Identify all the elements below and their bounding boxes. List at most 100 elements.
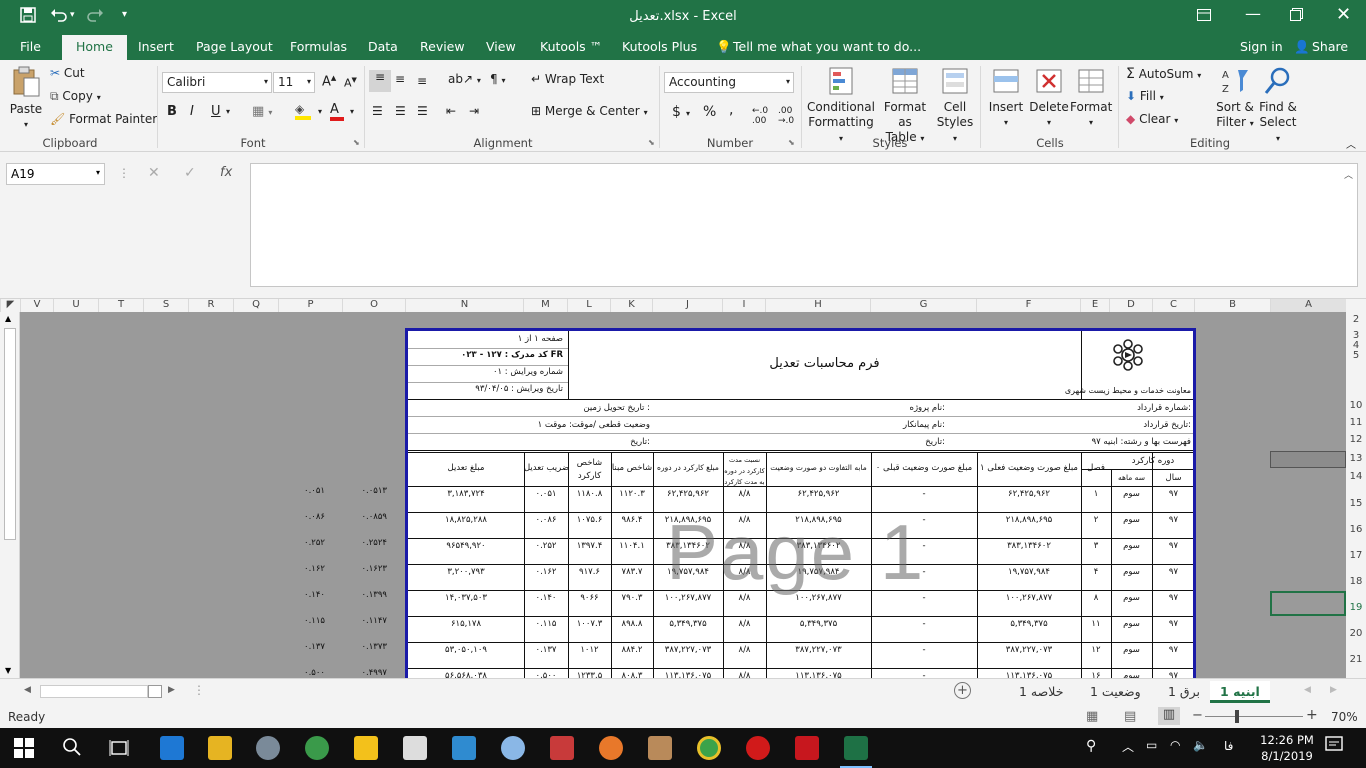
row-header-cell[interactable]: 10 bbox=[1346, 400, 1366, 411]
number-dialog-launcher-icon[interactable]: ⬊ bbox=[788, 138, 795, 147]
worksheet-grid[interactable]: ۰.۰۵۱۳ ۰.۰۵۱ ۰.۰۸۵۹ ۰.۰۸۶ ۰.۲۵۲۴ ۰.۲۵۲ ۰.۱۶۲۳ ۰… bbox=[20, 312, 1346, 678]
column-p-value[interactable]: ۰.۲۵۲ bbox=[278, 538, 325, 548]
column-o-value[interactable]: ۰.۲۵۲۴ bbox=[340, 538, 387, 548]
collapse-formula-icon[interactable]: ︿ bbox=[1344, 168, 1353, 181]
scroll-down-icon[interactable]: ▼ bbox=[5, 666, 11, 675]
column-header-cell[interactable]: F bbox=[976, 299, 1080, 313]
selected-cell-a19[interactable] bbox=[1270, 591, 1346, 616]
row-header-cell[interactable]: 18 bbox=[1346, 576, 1366, 587]
row-header-cell[interactable]: 20 bbox=[1346, 628, 1366, 639]
fill-button[interactable]: ⬇ Fill ▾ bbox=[1126, 89, 1164, 103]
excel-taskbar-icon[interactable] bbox=[844, 736, 868, 760]
opera-icon[interactable] bbox=[746, 736, 770, 760]
share-icon[interactable]: 👤 bbox=[1294, 39, 1310, 55]
player-icon[interactable] bbox=[354, 736, 378, 760]
row-header-cell[interactable]: 19 bbox=[1346, 602, 1366, 613]
page-layout-view-icon[interactable]: ▤ bbox=[1124, 709, 1136, 724]
prev-sheet-icon[interactable]: ◀ bbox=[1304, 685, 1311, 695]
align-bottom-icon[interactable]: ≡ bbox=[417, 74, 427, 88]
column-header-cell[interactable]: U bbox=[53, 299, 98, 313]
comma-button[interactable]: , bbox=[729, 102, 733, 118]
column-header-cell[interactable]: M bbox=[523, 299, 567, 313]
sign-in-link[interactable]: Sign in bbox=[1240, 39, 1283, 54]
increase-font-icon[interactable]: A▲ bbox=[322, 74, 336, 89]
sheet-tab[interactable]: برق 1 bbox=[1158, 681, 1210, 703]
paste-button[interactable]: Paste ▾ bbox=[8, 66, 44, 132]
row-header-cell[interactable]: 13 bbox=[1346, 453, 1366, 464]
increase-indent-icon[interactable]: ⇥ bbox=[469, 104, 479, 118]
format-painter-button[interactable]: 🖌 Format Painter bbox=[50, 112, 157, 126]
column-o-value[interactable]: ۰.۱۱۴۷ bbox=[340, 616, 387, 626]
column-header-cell[interactable]: J bbox=[652, 299, 722, 313]
tell-me-box[interactable]: Tell me what you want to do... bbox=[733, 39, 921, 54]
wifi-icon[interactable]: ◠ bbox=[1170, 738, 1180, 752]
column-header-cell[interactable]: V bbox=[20, 299, 53, 313]
column-header-cell[interactable]: R bbox=[188, 299, 233, 313]
column-p-value[interactable]: ۰.۱۱۵ bbox=[278, 616, 325, 626]
tab-home[interactable]: Home bbox=[62, 35, 127, 60]
find-select-button[interactable]: Find & Select ▾ bbox=[1256, 66, 1300, 146]
fill-color-dropdown-icon[interactable]: ▾ bbox=[318, 107, 322, 116]
battery-icon[interactable]: ▭ bbox=[1146, 738, 1157, 752]
column-o-value[interactable]: ۰.۰۸۵۹ bbox=[340, 512, 387, 522]
column-header-cell[interactable]: O bbox=[342, 299, 405, 313]
cut-button[interactable]: ✂ Cut bbox=[50, 66, 85, 80]
scroll-left-icon[interactable]: ◀ bbox=[24, 685, 31, 695]
column-o-value[interactable]: ۰.۱۳۷۳ bbox=[340, 642, 387, 652]
sheet-tab[interactable]: خلاصه 1 bbox=[1009, 681, 1073, 703]
row-header-cell[interactable]: 5 bbox=[1346, 350, 1366, 361]
column-header-cell[interactable]: E bbox=[1080, 299, 1109, 313]
column-header-cell[interactable]: P bbox=[278, 299, 342, 313]
font-color-dropdown-icon[interactable]: ▾ bbox=[350, 107, 354, 116]
row-header-cell[interactable]: 21 bbox=[1346, 654, 1366, 665]
column-header-cell[interactable]: A bbox=[1270, 299, 1346, 313]
font-size-select[interactable]: 11 ▾ bbox=[273, 72, 315, 93]
text-direction-icon[interactable]: ¶ ▾ bbox=[490, 72, 505, 86]
insert-cells-button[interactable]: Insert ▾ bbox=[986, 66, 1026, 130]
alignment-dialog-launcher-icon[interactable]: ⬊ bbox=[648, 138, 655, 147]
tab-kutools[interactable]: Kutools ™ bbox=[540, 39, 602, 54]
fill-color-icon[interactable]: ◈ bbox=[295, 102, 311, 120]
decrease-decimal-icon[interactable]: .00 →.0 bbox=[778, 106, 794, 126]
app-icon[interactable] bbox=[648, 736, 672, 760]
tab-kutools-plus[interactable]: Kutools Plus bbox=[622, 39, 697, 54]
new-sheet-icon[interactable]: + bbox=[954, 682, 971, 699]
vertical-scrollbar[interactable]: ▲ ▼ bbox=[0, 312, 20, 678]
row-header-cell[interactable]: 11 bbox=[1346, 417, 1366, 428]
enter-icon[interactable]: ✓ bbox=[184, 165, 196, 181]
row-header-cell[interactable]: 14 bbox=[1346, 471, 1366, 482]
column-p-value[interactable]: ۰.۱۴۰ bbox=[278, 590, 325, 600]
align-left-icon[interactable]: ☰ bbox=[372, 104, 383, 118]
app-icon[interactable] bbox=[452, 736, 476, 760]
column-header-cell[interactable]: Q bbox=[233, 299, 278, 313]
zoom-out-icon[interactable]: − bbox=[1192, 708, 1203, 723]
tab-file[interactable]: File bbox=[20, 39, 41, 54]
sort-filter-button[interactable]: AZ Sort & Filter ▾ bbox=[1214, 66, 1256, 131]
windows-start-icon[interactable] bbox=[14, 738, 34, 761]
row-header-cell[interactable]: 17 bbox=[1346, 550, 1366, 561]
column-o-value[interactable]: ۰.۰۵۱۳ bbox=[340, 486, 387, 496]
borders-icon[interactable]: ▦ ▾ bbox=[252, 104, 272, 119]
bold-button[interactable]: B bbox=[167, 104, 177, 119]
align-right-icon[interactable]: ☰ bbox=[417, 104, 428, 118]
language-indicator[interactable]: فا bbox=[1224, 739, 1233, 753]
tab-review[interactable]: Review bbox=[420, 39, 465, 54]
increase-decimal-icon[interactable]: ←.0.00 bbox=[752, 106, 768, 126]
app-icon[interactable] bbox=[305, 736, 329, 760]
app-icon[interactable] bbox=[256, 736, 280, 760]
number-format-select[interactable]: Accounting ▾ bbox=[664, 72, 794, 93]
column-p-value[interactable]: ۰.۰۵۱ bbox=[278, 486, 325, 496]
merge-center-button[interactable]: ⊞ Merge & Center ▾ bbox=[531, 104, 648, 118]
font-color-icon[interactable]: A bbox=[330, 102, 344, 121]
select-all-corner[interactable]: ◤ bbox=[0, 299, 20, 313]
column-header-cell[interactable]: C bbox=[1152, 299, 1194, 313]
align-top-icon[interactable]: ≡ bbox=[369, 70, 391, 92]
copy-button[interactable]: ⧉ Copy ▾ bbox=[50, 89, 101, 104]
normal-view-icon[interactable]: ▦ bbox=[1086, 709, 1098, 724]
column-p-value[interactable]: ۰.۰۸۶ bbox=[278, 512, 325, 522]
column-o-value[interactable]: ۰.۴۹۹۷ bbox=[340, 668, 387, 678]
align-middle-icon[interactable]: ≡ bbox=[395, 72, 405, 86]
zoom-in-icon[interactable]: + bbox=[1306, 707, 1318, 723]
firefox-icon[interactable] bbox=[599, 736, 623, 760]
orientation-icon[interactable]: ab↗ ▾ bbox=[448, 72, 481, 86]
